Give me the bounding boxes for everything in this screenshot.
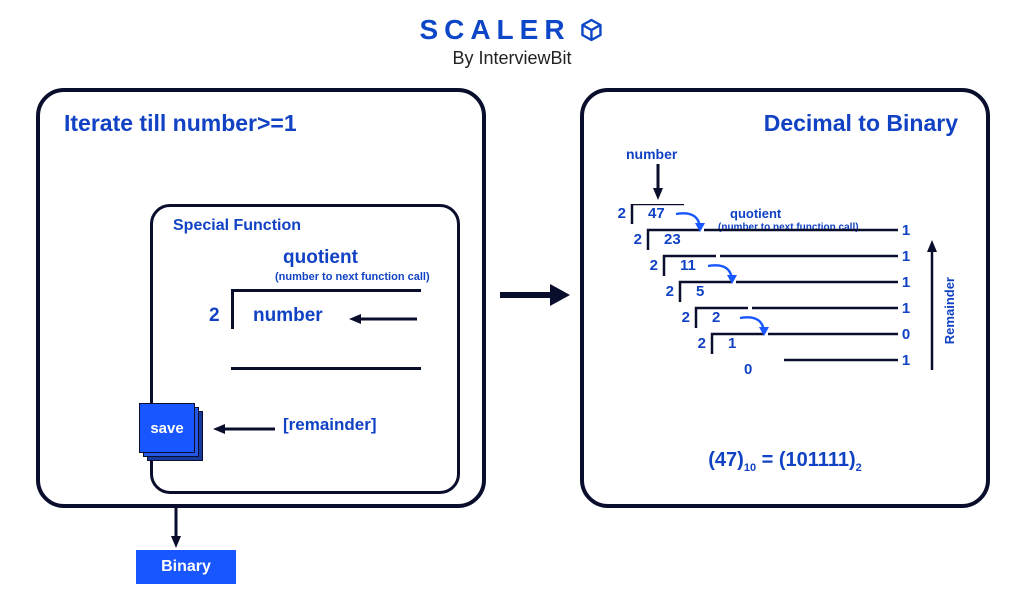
arrow-up-icon (924, 240, 940, 370)
quotient-note: (number to next function call) (275, 271, 430, 283)
svg-text:0: 0 (902, 326, 910, 343)
quotient-label: quotient (283, 247, 358, 269)
result-base-2: 2 (856, 462, 862, 474)
dividend-label: number (253, 305, 323, 327)
svg-text:1: 1 (902, 274, 910, 291)
arrow-down-icon (168, 508, 184, 548)
svg-text:5: 5 (696, 283, 704, 300)
decimal-to-binary-panel: Decimal to Binary number quotient (numbe… (580, 88, 990, 508)
cube-icon (579, 17, 605, 43)
arrow-right-icon (500, 280, 570, 310)
arrow-left-icon (213, 421, 277, 437)
svg-text:0: 0 (744, 361, 752, 378)
result-equals: = (101111) (756, 449, 856, 471)
svg-text:1: 1 (902, 300, 910, 317)
svg-text:23: 23 (664, 231, 681, 248)
svg-text:2: 2 (682, 309, 690, 326)
svg-text:2: 2 (618, 205, 626, 222)
svg-text:2: 2 (634, 231, 642, 248)
iterate-title: Iterate till number>=1 (64, 110, 297, 137)
special-function-box: Special Function quotient (number to nex… (150, 204, 460, 494)
brand-subtitle: By InterviewBit (419, 48, 604, 69)
svg-text:1: 1 (728, 335, 736, 352)
binary-output-label: Binary (161, 558, 211, 576)
svg-text:1: 1 (902, 352, 910, 369)
divisor-value: 2 (209, 305, 220, 327)
arrow-down-icon (650, 164, 666, 200)
brand-logo: SCALER (419, 14, 604, 46)
number-label: number (626, 146, 677, 162)
division-ladder: 2472231211125122121001 (616, 204, 956, 404)
svg-text:1: 1 (902, 222, 910, 239)
brand-header: SCALER By InterviewBit (419, 14, 604, 69)
svg-text:1: 1 (902, 248, 910, 265)
iterate-panel: Iterate till number>=1 Special Function … (36, 88, 486, 508)
remainder-label: [remainder] (283, 415, 377, 435)
svg-text:11: 11 (680, 257, 696, 274)
svg-text:2: 2 (712, 309, 720, 326)
save-card-front: save (139, 403, 195, 453)
arrow-left-icon (349, 311, 419, 327)
result-base-10: 10 (744, 462, 756, 474)
d2b-title: Decimal to Binary (764, 110, 958, 137)
svg-text:47: 47 (648, 205, 665, 222)
save-label: save (150, 420, 183, 437)
special-function-title: Special Function (173, 217, 301, 235)
binary-output-badge: Binary (136, 550, 236, 584)
result-decimal: (47) (708, 449, 744, 471)
remainder-axis-label: Remainder (942, 277, 957, 344)
save-stack: save (139, 403, 199, 463)
svg-text:2: 2 (650, 257, 658, 274)
division-result-line (231, 367, 421, 370)
svg-text:2: 2 (698, 335, 706, 352)
result-equation: (47)10 = (101111)2 (708, 449, 862, 474)
svg-text:2: 2 (666, 283, 674, 300)
brand-name: SCALER (419, 14, 570, 46)
